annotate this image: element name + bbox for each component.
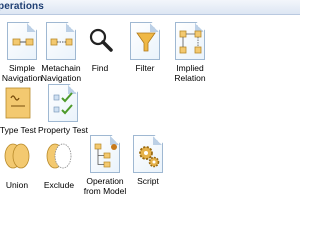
type-test-icon-holder	[3, 84, 33, 122]
type-test-item[interactable]: Type Test	[0, 84, 43, 135]
document-icon	[46, 22, 76, 60]
document-icon	[7, 22, 37, 60]
metachain-navigation-icon	[50, 38, 73, 46]
checklist-icon	[53, 92, 73, 115]
item-label-line2: from Model	[83, 186, 127, 196]
document-icon	[48, 84, 78, 122]
item-label: Type Test	[0, 125, 37, 135]
item-label: Property Test	[38, 125, 88, 135]
funnel-icon	[136, 32, 156, 52]
exclude-item[interactable]: Exclude	[34, 139, 84, 190]
find-item[interactable]: Find	[75, 22, 125, 73]
panel-title: perations	[0, 1, 44, 12]
gears-icon	[139, 146, 160, 168]
exclude-icon	[46, 143, 72, 169]
exclude-icon-holder	[44, 139, 74, 177]
magnifier-icon	[89, 28, 113, 52]
implied-relation-item[interactable]: Implied Relation	[165, 22, 215, 83]
document-icon	[175, 22, 205, 60]
union-icon	[4, 143, 30, 169]
union-icon-holder	[2, 139, 32, 177]
operations-panel-header: perations	[0, 0, 300, 15]
filter-item[interactable]: Filter	[120, 22, 170, 73]
find-icon-holder	[85, 22, 115, 60]
item-label: Exclude	[43, 180, 75, 190]
item-label-line2: Navigation	[40, 73, 82, 83]
document-icon	[130, 22, 160, 60]
item-label: Script	[137, 176, 159, 186]
script-item[interactable]: Script	[123, 135, 173, 186]
document-icon	[90, 135, 120, 173]
type-test-icon	[5, 87, 31, 119]
item-label: Find	[91, 63, 109, 73]
document-icon	[133, 135, 163, 173]
model-tree-icon	[94, 143, 117, 168]
property-test-item[interactable]: Property Test	[38, 84, 88, 135]
item-label-line2: Relation	[174, 73, 206, 83]
item-label: Filter	[135, 63, 155, 73]
item-label: Implied	[176, 63, 204, 73]
implied-relation-icon	[179, 30, 202, 54]
simple-navigation-icon	[12, 38, 34, 46]
